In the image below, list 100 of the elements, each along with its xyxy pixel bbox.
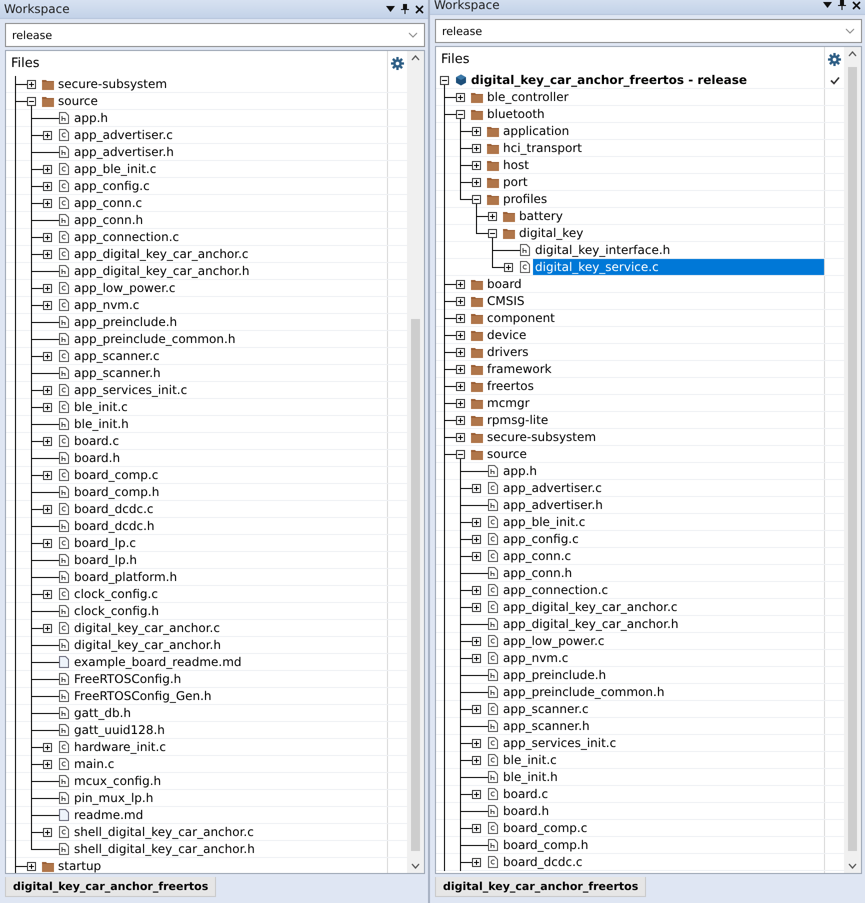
tree-item[interactable]: board_comp.c [501,820,824,836]
dropdown-icon[interactable] [386,6,395,12]
tree-item[interactable]: profiles [501,191,824,207]
expand-toggle[interactable] [472,586,481,594]
tree-item[interactable]: app_advertiser.h [72,144,387,160]
expand-toggle[interactable] [456,92,465,102]
expand-toggle[interactable] [43,300,52,310]
tree-item[interactable]: clock_config.c [72,586,387,602]
expand-toggle[interactable] [43,742,52,752]
expand-toggle[interactable] [43,130,52,140]
tree-item[interactable]: digital_key_car_anchor.h [72,637,387,653]
expand-toggle[interactable] [43,198,52,208]
expand-toggle[interactable] [456,416,465,424]
workspace-tab[interactable]: digital_key_car_anchor_freertos [5,877,216,897]
tree-item[interactable]: app_config.c [72,178,387,194]
expand-toggle[interactable] [43,590,52,598]
configuration-dropdown[interactable]: release [435,19,862,43]
tree-item[interactable]: app_preinclude_common.h [501,684,824,700]
expand-toggle[interactable] [488,212,497,220]
expand-toggle[interactable] [456,314,465,322]
tree-item[interactable]: app.h [72,110,387,126]
expand-toggle[interactable] [43,504,52,514]
tree-item[interactable]: board_dcdc.h [72,518,387,534]
expand-toggle[interactable] [456,348,465,356]
expand-toggle[interactable] [43,284,52,292]
expand-toggle[interactable] [43,624,52,632]
expand-toggle[interactable] [43,352,52,360]
tree-item[interactable]: bluetooth [485,106,824,122]
tree-item[interactable]: pin_mux_lp.h [72,790,387,806]
expand-toggle[interactable] [472,636,481,646]
expand-toggle[interactable] [472,144,481,152]
expand-toggle[interactable] [43,164,52,174]
expand-toggle[interactable] [43,828,52,836]
scrollbar[interactable] [844,47,861,873]
expand-toggle[interactable] [27,80,36,88]
tree-item[interactable]: board_dcdc.c [72,501,387,517]
tree-item[interactable]: app_advertiser.c [72,127,387,143]
tree-item[interactable]: board.h [501,803,824,819]
expand-toggle[interactable] [472,602,481,612]
tree-item[interactable]: digital_key [517,225,824,241]
tree-item[interactable]: FreeRTOSConfig_Gen.h [72,688,387,704]
expand-toggle[interactable] [456,330,465,340]
scroll-down-icon[interactable] [411,862,420,869]
tree-item[interactable]: mcux_config.h [72,773,387,789]
tree-item[interactable]: device [485,327,824,343]
tree-item[interactable]: app_connection.c [501,582,824,598]
tree-item[interactable]: digital_key_service.c [533,259,824,275]
tree-item[interactable]: board.c [501,786,824,802]
tree-item[interactable]: app_advertiser.h [501,497,824,513]
tree-item[interactable]: source [56,93,387,109]
tree-item[interactable]: freertos [485,378,824,394]
tree-item[interactable]: app_scanner.c [72,348,387,364]
tree-item[interactable]: application [501,123,824,139]
tree-item[interactable]: app_low_power.c [72,280,387,296]
expand-toggle[interactable] [472,534,481,544]
expand-toggle[interactable] [43,250,52,258]
expand-toggle[interactable] [27,862,36,870]
tree-item[interactable]: gatt_db.h [72,705,387,721]
scrollbar[interactable] [407,51,424,873]
tree-item[interactable]: board_platform.h [72,569,387,585]
configuration-dropdown[interactable]: release [5,23,425,47]
tree-item[interactable]: app_scanner.h [501,718,824,734]
expand-toggle[interactable] [456,432,465,442]
tree-item[interactable]: app_preinclude.h [501,667,824,683]
scroll-up-icon[interactable] [848,51,857,57]
expand-toggle[interactable] [43,436,52,446]
tree-item[interactable]: digital_key_car_anchor.c [72,620,387,636]
tree-item[interactable]: example_board_readme.md [72,654,387,670]
tree-item[interactable]: board.h [72,450,387,466]
expand-toggle[interactable] [472,824,481,832]
tree-item[interactable]: hci_transport [501,140,824,156]
tree-item[interactable]: app_scanner.h [72,365,387,381]
tree-item[interactable]: app_ble_init.c [72,161,387,177]
tree-item[interactable]: board.c [72,433,387,449]
tree-item[interactable]: app_digital_key_car_anchor.h [72,263,387,279]
tree-item[interactable]: app.h [501,463,824,479]
tree-item[interactable]: board_comp.h [72,484,387,500]
expand-toggle[interactable] [472,654,481,662]
expand-toggle[interactable] [27,96,36,106]
expand-toggle[interactable] [472,738,481,748]
settings-icon[interactable] [391,57,404,70]
tree-item[interactable]: board [485,276,824,292]
tree-item[interactable]: board_lp.h [72,552,387,568]
tree-item[interactable]: source [485,446,824,462]
tree-item[interactable]: app_nvm.c [72,297,387,313]
expand-toggle[interactable] [456,364,465,374]
expand-toggle[interactable] [43,232,52,242]
expand-toggle[interactable] [472,756,481,764]
tree-item[interactable]: CMSIS [485,293,824,309]
tree-item[interactable]: secure-subsystem [485,429,824,445]
expand-toggle[interactable] [43,760,52,768]
tree-item[interactable]: shell_digital_key_car_anchor.c [72,824,387,840]
tree-item[interactable]: app_scanner.c [501,701,824,717]
expand-toggle[interactable] [472,552,481,560]
workspace-tab[interactable]: digital_key_car_anchor_freertos [435,877,646,897]
expand-toggle[interactable] [472,518,481,526]
expand-toggle[interactable] [504,262,513,272]
tree-item[interactable]: app_preinclude.h [72,314,387,330]
expand-toggle[interactable] [472,178,481,186]
tree-item[interactable]: app_advertiser.c [501,480,824,496]
